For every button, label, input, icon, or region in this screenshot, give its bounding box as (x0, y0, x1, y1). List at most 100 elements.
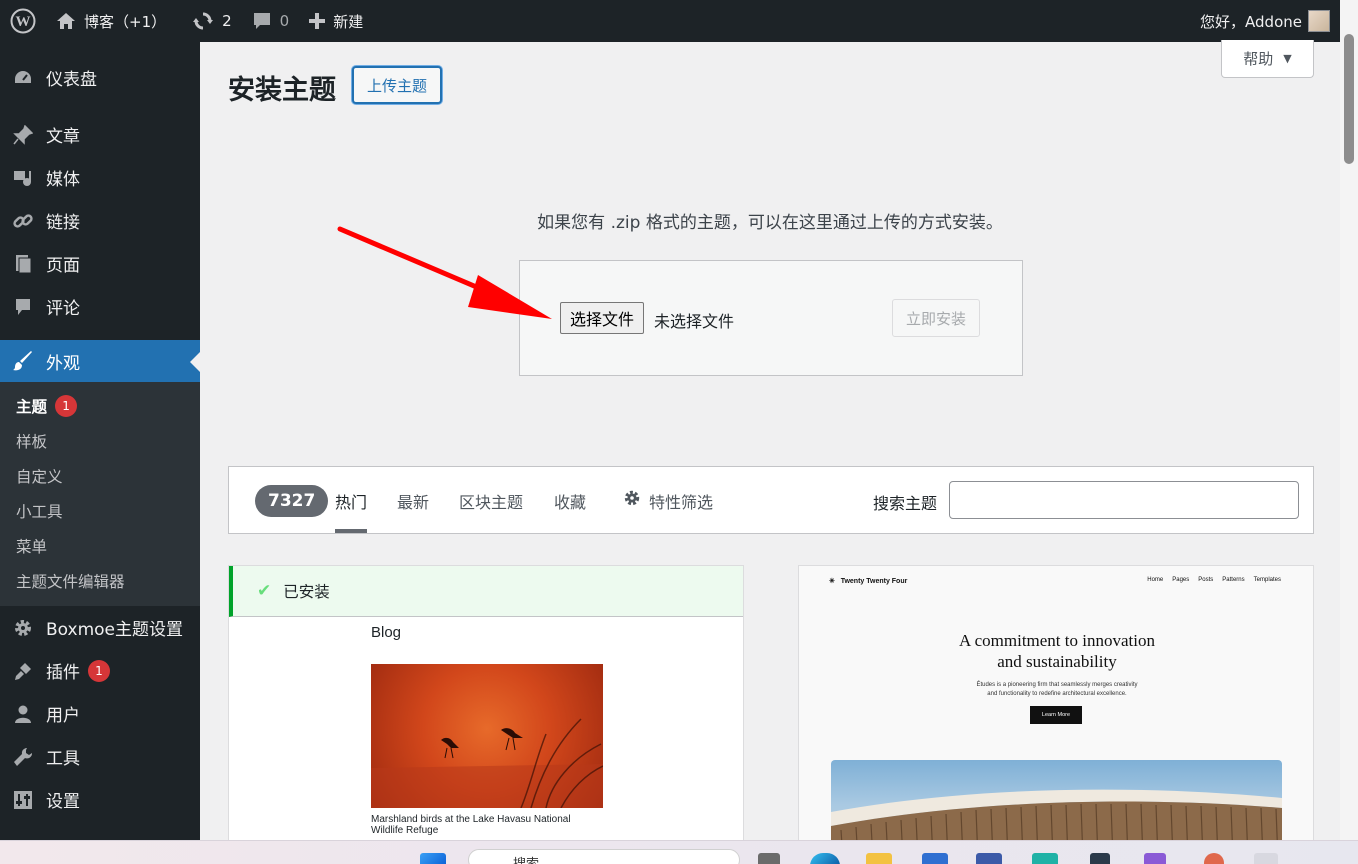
red-arrow-annotation (337, 226, 552, 319)
theme-preview-title: Blog (371, 624, 402, 641)
theme-count-badge: 7327 (255, 485, 329, 517)
preview-nav-item: Templates (1253, 577, 1281, 583)
sidebar-item-appearance[interactable]: 外观 (0, 340, 200, 382)
install-now-button[interactable]: 立即安装 (892, 299, 981, 337)
plugin-icon (12, 660, 34, 682)
tab-latest[interactable]: 最新 (397, 489, 429, 533)
sidebar-item-boxmoe-settings[interactable]: Boxmoe主题设置 (0, 606, 200, 649)
notepad-icon[interactable] (1254, 853, 1278, 864)
feature-filter-label: 特性筛选 (649, 493, 714, 512)
submenu-item-themes[interactable]: 主题 1 (0, 388, 200, 423)
theme-preview-caption: Marshland birds at the Lake Havasu Natio… (371, 814, 571, 836)
preview-nav-item: Posts (1198, 577, 1214, 583)
caret-down-icon: ▼ (1283, 52, 1292, 65)
theme-card-installed[interactable]: ✔ 已安装 Blog Marshland birds at the Lake H… (228, 565, 744, 845)
theme-filter-bar: 7327 热门 最新 区块主题 收藏 特性筛选 搜索主题 (228, 466, 1314, 534)
tab-feature-filter[interactable]: 特性筛选 (623, 489, 713, 533)
preview-nav-item: Home (1147, 577, 1164, 583)
submenu-item-widgets[interactable]: 小工具 (0, 493, 200, 528)
pin-icon (12, 124, 34, 146)
tab-favorites[interactable]: 收藏 (554, 489, 586, 533)
comments-menu[interactable]: 0 (242, 0, 300, 42)
page-title: 安装主题 (228, 75, 336, 106)
dashboard-icon (12, 67, 34, 89)
submenu-item-label: 主题文件编辑器 (16, 572, 125, 591)
wordpress-logo-icon: W (10, 8, 36, 34)
site-name-menu[interactable]: 博客（+1） (46, 0, 176, 42)
admin-sidebar: 仪表盘 文章 媒体 链接 页面 评论 外观 主题 1 样板 自定义 小工具 菜单… (0, 42, 200, 840)
app-icon[interactable] (976, 853, 1002, 864)
app-icon[interactable] (1032, 853, 1058, 864)
taskbar-search[interactable]: 搜索 (468, 849, 740, 864)
theme-preview-image (831, 760, 1282, 844)
comment-icon (12, 296, 34, 318)
theme-preview-image (371, 664, 603, 808)
sidebar-item-settings[interactable]: 设置 (0, 778, 200, 821)
scrollbar-thumb[interactable] (1344, 34, 1354, 164)
sidebar-item-label: 文章 (46, 127, 80, 147)
file-explorer-icon[interactable] (866, 853, 892, 864)
comments-count: 0 (279, 12, 290, 30)
windows-start-icon[interactable] (420, 853, 446, 864)
app-icon[interactable] (1144, 853, 1166, 864)
comment-icon (253, 13, 270, 29)
link-icon (12, 210, 34, 232)
updates-icon (193, 12, 214, 30)
media-icon (12, 167, 34, 189)
sidebar-item-media[interactable]: 媒体 (0, 156, 200, 199)
svg-text:W: W (16, 14, 31, 30)
avatar (1308, 10, 1330, 32)
upload-theme-button[interactable]: 上传主题 (352, 66, 443, 104)
no-file-label: 未选择文件 (654, 312, 735, 331)
edge-browser-icon[interactable] (810, 853, 840, 864)
choose-file-button[interactable]: 选择文件 (560, 302, 645, 334)
app-icon[interactable] (1090, 853, 1110, 864)
home-icon (57, 13, 75, 29)
theme-preview-nav: Home Pages Posts Patterns Templates (1147, 577, 1281, 583)
update-count-badge: 1 (55, 394, 78, 417)
tab-popular[interactable]: 热门 (335, 489, 368, 533)
tab-block-themes[interactable]: 区块主题 (459, 489, 523, 533)
site-name-label: 博客（+1） (84, 12, 167, 31)
submenu-item-menus[interactable]: 菜单 (0, 528, 200, 563)
store-icon[interactable] (922, 853, 948, 864)
greeting: 您好，Addone (1200, 12, 1302, 31)
page-scrollbar[interactable] (1340, 0, 1358, 840)
sidebar-item-tools[interactable]: 工具 (0, 735, 200, 778)
sidebar-item-posts[interactable]: 文章 (0, 113, 200, 156)
submenu-item-customize[interactable]: 自定义 (0, 458, 200, 493)
os-taskbar: 搜索 (0, 840, 1358, 864)
task-view-icon[interactable] (758, 853, 780, 864)
theme-preview-button: Learn More (1030, 706, 1082, 724)
app-icon[interactable] (1204, 853, 1224, 864)
sidebar-item-dashboard[interactable]: 仪表盘 (0, 56, 200, 99)
new-label: 新建 (333, 12, 364, 31)
sidebar-item-label: 工具 (46, 749, 80, 769)
submenu-item-label: 小工具 (16, 502, 63, 521)
search-themes-input[interactable] (949, 481, 1299, 519)
theme-card-twenty-twenty-four[interactable]: ✳ Twenty Twenty Four Home Pages Posts Pa… (798, 565, 1314, 845)
taskbar-search-label: 搜索 (513, 857, 539, 864)
submenu-item-patterns[interactable]: 样板 (0, 423, 200, 458)
sidebar-item-label: 仪表盘 (46, 70, 97, 90)
new-content-menu[interactable]: 新建 (299, 0, 373, 42)
checkmark-icon: ✔ (257, 581, 272, 601)
sidebar-item-pages[interactable]: 页面 (0, 242, 200, 285)
help-tab-button[interactable]: 帮助 ▼ (1221, 40, 1314, 78)
wrench-icon (12, 746, 34, 768)
sidebar-item-plugins[interactable]: 插件 1 (0, 649, 200, 692)
preview-nav-item: Patterns (1222, 577, 1245, 583)
wordpress-logo-button[interactable]: W (0, 0, 46, 42)
sidebar-item-label: 用户 (46, 706, 80, 726)
sidebar-item-users[interactable]: 用户 (0, 692, 200, 735)
sidebar-item-comments[interactable]: 评论 (0, 285, 200, 328)
updates-menu[interactable]: 2 (182, 0, 242, 42)
installed-notice: ✔ 已安装 (229, 566, 743, 617)
settings-icon (12, 789, 34, 811)
account-menu[interactable]: 您好，Addone (1200, 10, 1340, 32)
sidebar-item-label: 插件 (46, 663, 80, 683)
brush-icon (12, 350, 34, 372)
submenu-item-theme-editor[interactable]: 主题文件编辑器 (0, 563, 200, 598)
sidebar-item-label: 外观 (46, 353, 80, 374)
sidebar-item-links[interactable]: 链接 (0, 199, 200, 242)
